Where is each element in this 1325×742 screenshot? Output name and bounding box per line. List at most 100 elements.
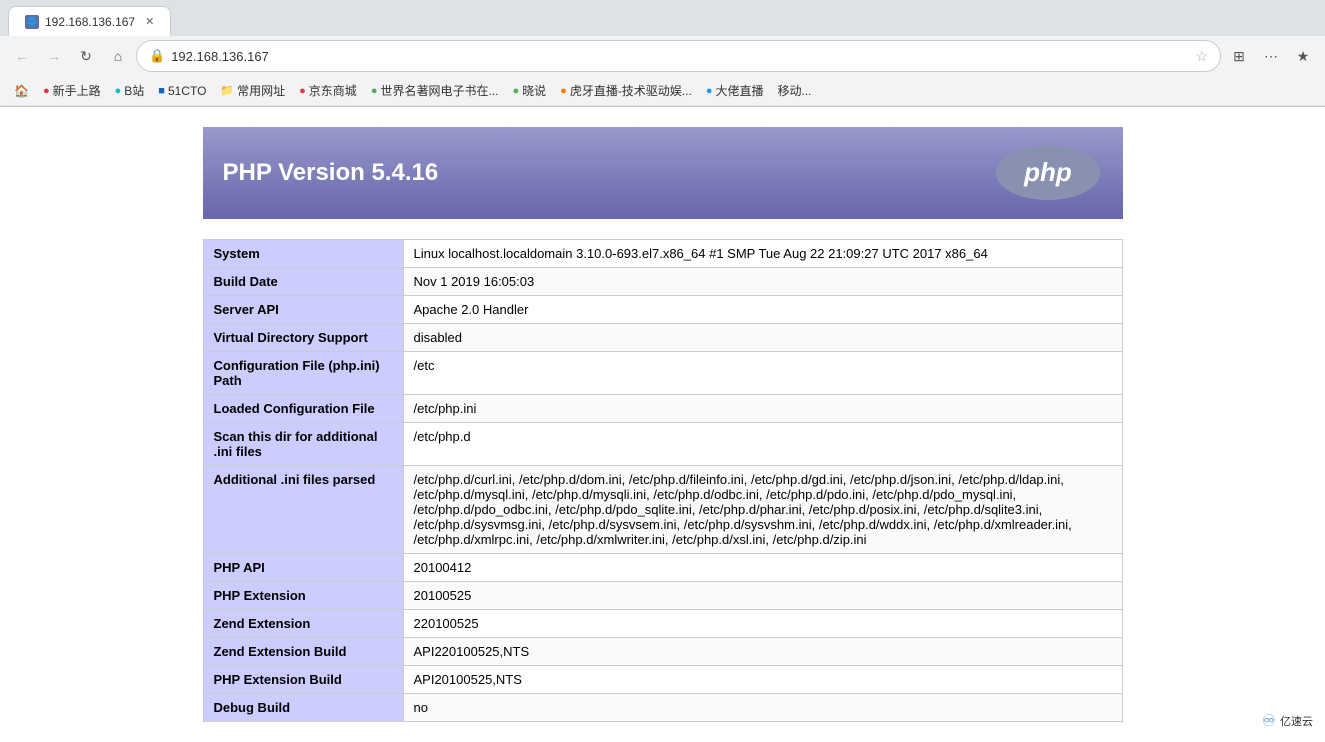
table-row: Zend Extension BuildAPI220100525,NTS: [203, 638, 1122, 666]
table-value: /etc: [403, 352, 1122, 395]
php-header: PHP Version 5.4.16 php: [203, 127, 1123, 219]
table-label: Build Date: [203, 268, 403, 296]
table-value: API220100525,NTS: [403, 638, 1122, 666]
security-icon: 🔒: [149, 48, 165, 64]
table-label: PHP Extension: [203, 582, 403, 610]
table-label: Debug Build: [203, 694, 403, 722]
table-value: API20100525,NTS: [403, 666, 1122, 694]
address-bar: 🔒 192.168.136.167 ☆: [136, 40, 1221, 72]
table-label: Zend Extension Build: [203, 638, 403, 666]
menu-button[interactable]: ⋯: [1257, 42, 1285, 70]
table-row: Debug Buildno: [203, 694, 1122, 722]
bookmark-label: 京东商城: [309, 82, 357, 99]
table-row: Virtual Directory Supportdisabled: [203, 324, 1122, 352]
table-label: Configuration File (php.ini) Path: [203, 352, 403, 395]
table-value: 20100412: [403, 554, 1122, 582]
tab-label: 192.168.136.167: [45, 15, 135, 29]
shijie-icon: ●: [371, 85, 378, 97]
browser-chrome: 🌐 192.168.136.167 ✕ ← → ↻ ⌂ 🔒 192.168.13…: [0, 0, 1325, 107]
tab-bar: 🌐 192.168.136.167 ✕: [0, 0, 1325, 36]
bookmark-item-yidong[interactable]: 移动...: [771, 80, 817, 101]
bookmark-item-huya[interactable]: ● 虎牙直播-技术驱动娱...: [554, 80, 698, 101]
table-value: /etc/php.d: [403, 423, 1122, 466]
bzhan-icon: ●: [115, 85, 122, 97]
address-text[interactable]: 192.168.136.167: [171, 49, 1189, 64]
extensions-button[interactable]: ⊞: [1225, 42, 1253, 70]
table-value: Apache 2.0 Handler: [403, 296, 1122, 324]
table-row: SystemLinux localhost.localdomain 3.10.0…: [203, 240, 1122, 268]
table-value: no: [403, 694, 1122, 722]
table-label: PHP Extension Build: [203, 666, 403, 694]
table-row: Server APIApache 2.0 Handler: [203, 296, 1122, 324]
bookmark-item-xinshoushanlu[interactable]: ● 新手上路: [37, 80, 107, 101]
bookmark-label: 虎牙直播-技术驱动娱...: [570, 82, 692, 99]
svg-text:php: php: [1023, 157, 1072, 187]
brand-logo: ♾: [1262, 711, 1276, 731]
bookmark-label: 新手上路: [53, 82, 101, 99]
bookmark-label: 世界名著网电子书在...: [380, 82, 498, 99]
bookmark-label: B站: [124, 82, 144, 99]
bookmark-item-bzhan[interactable]: ● B站: [109, 80, 151, 101]
forward-button[interactable]: →: [40, 42, 68, 70]
bookmark-item-shijie[interactable]: ● 世界名著网电子书在...: [365, 80, 505, 101]
table-row: Build DateNov 1 2019 16:05:03: [203, 268, 1122, 296]
bookmark-item-jd[interactable]: ● 京东商城: [293, 80, 363, 101]
dalao-icon: ●: [706, 85, 713, 97]
table-label: Zend Extension: [203, 610, 403, 638]
bookmark-label: 晓说: [522, 82, 546, 99]
table-row: PHP Extension20100525: [203, 582, 1122, 610]
changyong-icon: 📁: [220, 84, 234, 97]
tab-favicon: 🌐: [25, 15, 39, 29]
table-row: Scan this dir for additional .ini files/…: [203, 423, 1122, 466]
active-tab[interactable]: 🌐 192.168.136.167 ✕: [8, 6, 171, 36]
xinshoushanlu-icon: ●: [43, 85, 50, 97]
bookmark-item-xiaoshuo[interactable]: ● 晓说: [506, 80, 552, 101]
bookmark-label: 常用网址: [237, 82, 285, 99]
table-row: Configuration File (php.ini) Path/etc: [203, 352, 1122, 395]
info-table: SystemLinux localhost.localdomain 3.10.0…: [203, 239, 1123, 722]
table-row: Loaded Configuration File/etc/php.ini: [203, 395, 1122, 423]
tab-close-button[interactable]: ✕: [145, 15, 154, 28]
table-value: /etc/php.ini: [403, 395, 1122, 423]
bookmark-item-51cto[interactable]: ■ 51CTO: [152, 82, 212, 100]
table-value: Linux localhost.localdomain 3.10.0-693.e…: [403, 240, 1122, 268]
table-value: /etc/php.d/curl.ini, /etc/php.d/dom.ini,…: [403, 466, 1122, 554]
home-button[interactable]: ⌂: [104, 42, 132, 70]
jd-icon: ●: [299, 85, 306, 97]
table-value: disabled: [403, 324, 1122, 352]
php-logo: php: [993, 143, 1103, 203]
browser-bottom-bar: ♾ 亿速云: [1250, 707, 1325, 735]
table-label: PHP API: [203, 554, 403, 582]
51cto-icon: ■: [158, 85, 165, 97]
page-content: PHP Version 5.4.16 php SystemLinux local…: [183, 107, 1143, 742]
table-label: Loaded Configuration File: [203, 395, 403, 423]
home-bookmark-icon: 🏠: [14, 84, 29, 98]
back-button[interactable]: ←: [8, 42, 36, 70]
table-row: Additional .ini files parsed/etc/php.d/c…: [203, 466, 1122, 554]
bookmark-item-changyongwangzhi[interactable]: 📁 常用网址: [214, 80, 291, 101]
table-label: Scan this dir for additional .ini files: [203, 423, 403, 466]
reload-button[interactable]: ↻: [72, 42, 100, 70]
bookmark-label: 51CTO: [168, 84, 206, 98]
table-row: Zend Extension220100525: [203, 610, 1122, 638]
yidong-label: 移动...: [777, 82, 811, 99]
table-value: Nov 1 2019 16:05:03: [403, 268, 1122, 296]
nav-extras: ⊞ ⋯ ★: [1225, 42, 1317, 70]
huya-icon: ●: [560, 85, 567, 97]
bookmark-label: 大佬直播: [715, 82, 763, 99]
php-version-title: PHP Version 5.4.16: [223, 159, 439, 187]
table-label: System: [203, 240, 403, 268]
favorites-button[interactable]: ★: [1289, 42, 1317, 70]
table-label: Server API: [203, 296, 403, 324]
table-label: Additional .ini files parsed: [203, 466, 403, 554]
xiaoshuo-icon: ●: [512, 85, 519, 97]
table-label: Virtual Directory Support: [203, 324, 403, 352]
table-value: 20100525: [403, 582, 1122, 610]
bookmark-item-home[interactable]: 🏠: [8, 82, 35, 100]
bookmarks-bar: 🏠 ● 新手上路 ● B站 ■ 51CTO 📁 常用网址 ● 京东商城 ● 世界…: [0, 76, 1325, 106]
nav-bar: ← → ↻ ⌂ 🔒 192.168.136.167 ☆ ⊞ ⋯ ★: [0, 36, 1325, 76]
bookmark-item-dalao[interactable]: ● 大佬直播: [700, 80, 770, 101]
bookmark-star-icon[interactable]: ☆: [1195, 48, 1208, 65]
brand-label: 亿速云: [1280, 713, 1313, 729]
table-row: PHP Extension BuildAPI20100525,NTS: [203, 666, 1122, 694]
